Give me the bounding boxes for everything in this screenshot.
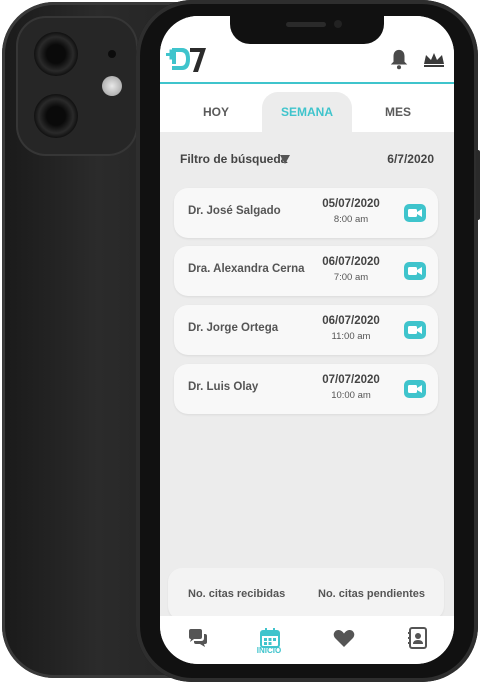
video-call-icon[interactable] [404,204,426,222]
appointment-date: 07/07/2020 [322,374,380,386]
microphone-dot [108,50,116,58]
tab-bar: HOY SEMANA MES [160,84,454,132]
stat-pending[interactable]: No. citas pendientes [318,588,425,600]
video-call-icon[interactable] [404,321,426,339]
speaker-grille [286,22,326,27]
doctor-name: Dr. Jorge Ortega [188,322,279,334]
crown-icon[interactable] [422,50,446,68]
camera-lens-icon [34,32,78,76]
appointment-date: 06/07/2020 [322,256,380,268]
flash-icon [102,76,122,96]
notch [230,16,384,44]
camera-lens-icon [34,94,78,138]
doctor-name: Dr. José Salgado [188,205,281,217]
appointments-panel: Filtro de búsqueda 6/7/2020 Dr. José Sal… [160,132,454,628]
stat-received[interactable]: No. citas recibidas [188,588,285,600]
video-call-icon[interactable] [404,262,426,280]
filter-row[interactable]: Filtro de búsqueda 6/7/2020 [180,152,434,168]
phone-front: HOY SEMANA MES Filtro de búsqueda 6/7/20… [136,0,478,682]
nav-home-label[interactable]: INICIO [246,646,292,655]
camera-module [16,16,138,156]
appointment-card[interactable]: Dr. Luis Olay 07/07/2020 10:00 am [174,364,438,414]
bell-icon[interactable] [388,48,410,70]
doctor-name: Dra. Alexandra Cerna [188,263,305,275]
bottom-nav: INICIO [160,616,454,664]
appointment-date: 05/07/2020 [322,198,380,210]
tab-hoy[interactable]: HOY [174,92,258,132]
appointment-card[interactable]: Dr. Jorge Ortega 06/07/2020 11:00 am [174,305,438,355]
chat-icon[interactable] [186,626,210,650]
filter-label[interactable]: Filtro de búsqueda [180,152,287,166]
doctor-name: Dr. Luis Olay [188,381,259,393]
front-camera-icon [334,20,342,28]
appointment-date: 06/07/2020 [322,315,380,327]
appointment-card[interactable]: Dr. José Salgado 05/07/2020 8:00 am [174,188,438,238]
caret-down-icon[interactable] [280,155,290,164]
tab-semana[interactable]: SEMANA [262,92,352,132]
video-call-icon[interactable] [404,380,426,398]
appointment-card[interactable]: Dra. Alexandra Cerna 06/07/2020 7:00 am [174,246,438,296]
side-button [476,150,480,220]
contacts-icon[interactable] [406,626,430,650]
stats-panel: No. citas recibidas No. citas pendientes [168,568,444,620]
tab-mes[interactable]: MES [356,92,440,132]
filter-date: 6/7/2020 [387,152,434,166]
appointment-time: 8:00 am [333,214,369,225]
appointment-time: 10:00 am [331,390,371,401]
appointment-time: 11:00 am [331,331,371,342]
appointment-time: 7:00 am [333,272,369,283]
heart-icon[interactable] [332,626,356,650]
app-logo [166,48,206,72]
phone-screen: HOY SEMANA MES Filtro de búsqueda 6/7/20… [160,16,454,664]
